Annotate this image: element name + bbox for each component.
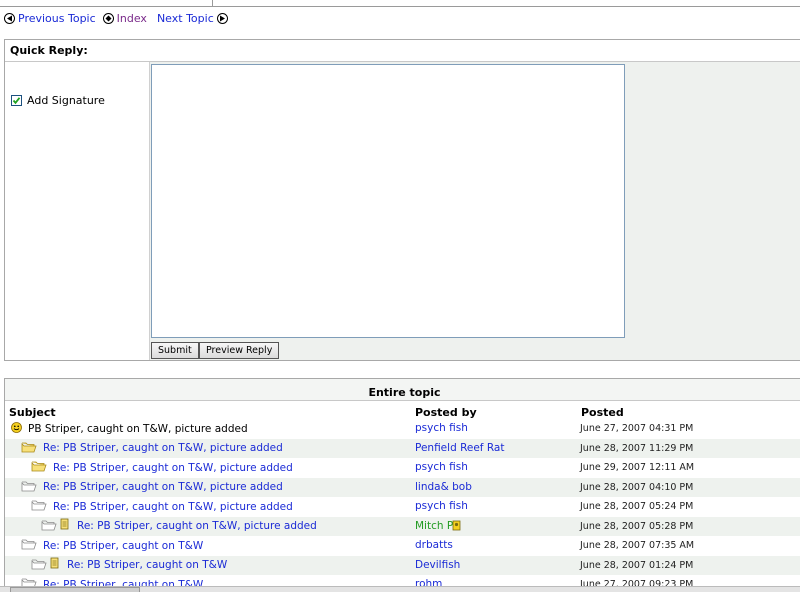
topic-row-subject-cell: Re: PB Striper, caught on T&W [21, 536, 203, 556]
poster-link[interactable]: drbatts [415, 539, 453, 551]
reply-subject-link[interactable]: Re: PB Striper, caught on T&W, picture a… [53, 501, 293, 513]
folder-note-icon [31, 557, 61, 573]
quick-reply-title: Quick Reply: [5, 40, 800, 62]
page-top-border [0, 0, 800, 7]
folder-note-icon [41, 518, 71, 534]
topic-row-subject-cell: Re: PB Striper, caught on T&W [31, 556, 227, 576]
topic-row: Re: PB Striper, caught on T&W, picture a… [5, 516, 800, 537]
poster-link[interactable]: psych fish [415, 461, 468, 473]
next-topic-link[interactable]: Next Topic [157, 12, 214, 25]
index-icon[interactable] [102, 12, 114, 24]
add-signature-label: Add Signature [27, 94, 105, 107]
poster-link[interactable]: linda& bob [415, 481, 472, 493]
entire-topic-panel: Entire topic Subject Posted by Posted PB… [4, 378, 800, 591]
poster-link[interactable]: Devilfish [415, 559, 460, 571]
topic-row: Re: PB Striper, caught on T&W Devilfish Ju… [5, 555, 800, 576]
quick-reply-editor: Submit Preview Reply [150, 62, 800, 360]
subject-column-header: Subject [9, 406, 56, 419]
topic-row-subject-cell: Re: PB Striper, caught on T&W, picture a… [21, 439, 283, 459]
topic-row-subject-cell: Re: PB Striper, caught on T&W, picture a… [41, 517, 317, 537]
index-link[interactable]: Index [117, 12, 147, 25]
folder-icon [21, 480, 37, 495]
smiley-icon [11, 421, 22, 436]
previous-topic-link[interactable]: Previous Topic [18, 12, 96, 25]
reply-subject-link[interactable]: Re: PB Striper, caught on T&W, picture a… [53, 462, 293, 474]
posted-date: June 29, 2007 12:11 AM [580, 462, 695, 473]
posted-date: June 28, 2007 11:29 PM [580, 442, 694, 454]
topic-row-subject-cell: Re: PB Striper, caught on T&W, picture a… [31, 497, 293, 517]
topic-rows: PB Striper, caught on T&W, picture added… [5, 419, 800, 591]
quick-reply-options: Add Signature [5, 62, 150, 360]
reply-subject-link[interactable]: Re: PB Striper, caught on T&W [67, 559, 227, 571]
submit-button[interactable]: Submit [151, 342, 199, 359]
topic-row-subject-cell: PB Striper, caught on T&W, picture added [11, 419, 248, 439]
right-arrow-icon[interactable] [216, 12, 228, 24]
open-folder-icon [21, 441, 37, 456]
entire-topic-title: Entire topic [5, 379, 800, 401]
poster-link[interactable]: psych fish [415, 422, 468, 434]
reply-subject-link[interactable]: Re: PB Striper, caught on T&W, picture a… [43, 442, 283, 454]
preview-reply-button[interactable]: Preview Reply [199, 342, 280, 359]
reply-subject-link[interactable]: Re: PB Striper, caught on T&W [43, 540, 203, 552]
left-arrow-icon[interactable] [4, 12, 15, 24]
topic-row: PB Striper, caught on T&W, picture added… [5, 419, 800, 439]
posted-date: June 27, 2007 04:31 PM [580, 423, 694, 434]
folder-icon [31, 499, 47, 514]
poster-link[interactable]: psych fish [415, 500, 468, 512]
topic-column-headers: Subject Posted by Posted [5, 401, 800, 419]
add-signature-checkbox[interactable] [11, 95, 22, 106]
topic-row: Re: PB Striper, caught on T&W, picture a… [5, 477, 800, 498]
posted-date: June 28, 2007 05:24 PM [580, 501, 694, 512]
posted-by-column-header: Posted by [415, 406, 477, 419]
folder-icon [21, 538, 37, 553]
reply-subject-link[interactable]: Re: PB Striper, caught on T&W, picture a… [77, 520, 317, 532]
scrollbar-thumb[interactable] [10, 587, 140, 592]
poster-link[interactable]: Penfield Reef Rat [415, 442, 504, 454]
horizontal-scrollbar[interactable] [0, 586, 800, 592]
posted-date: June 28, 2007 07:35 AM [580, 540, 695, 551]
topic-row: Re: PB Striper, caught on T&W, picture a… [5, 438, 800, 459]
add-signature-option[interactable]: Add Signature [11, 94, 105, 107]
posted-date: June 28, 2007 01:24 PM [580, 559, 694, 571]
open-folder-icon [31, 460, 47, 475]
topic-subject: PB Striper, caught on T&W, picture added [28, 422, 248, 435]
reply-subject-link[interactable]: Re: PB Striper, caught on T&W, picture a… [43, 481, 283, 493]
topic-row: Re: PB Striper, caught on T&W, picture a… [5, 458, 800, 478]
topic-row: Re: PB Striper, caught on T&W drbatts June… [5, 536, 800, 556]
poster-link[interactable]: Mitch P [415, 520, 453, 532]
quick-reply-panel: Quick Reply: Add Signature Submit Previe… [4, 39, 800, 361]
posted-column-header: Posted [581, 406, 624, 419]
topic-row-subject-cell: Re: PB Striper, caught on T&W, picture a… [21, 478, 283, 498]
topic-row: Re: PB Striper, caught on T&W, picture a… [5, 497, 800, 517]
posted-date: June 28, 2007 05:28 PM [580, 520, 694, 532]
reply-textarea[interactable] [151, 64, 625, 338]
topic-row-subject-cell: Re: PB Striper, caught on T&W, picture a… [31, 458, 293, 478]
topic-navigation: Previous Topic Index Next Topic [4, 11, 228, 25]
moderator-badge-icon [452, 520, 461, 534]
posted-date: June 28, 2007 04:10 PM [580, 481, 694, 493]
